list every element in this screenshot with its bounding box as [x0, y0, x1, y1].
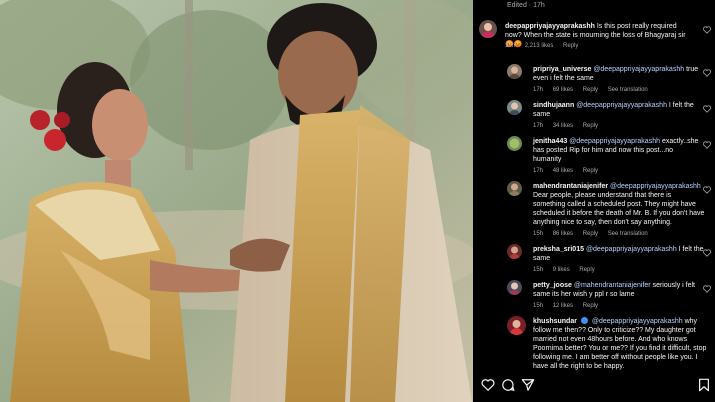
mention-link[interactable]: @deepappriyajayyaprakashh	[610, 183, 701, 190]
comment-likes[interactable]: 69 likes	[553, 87, 573, 93]
comment-username[interactable]: preksha_sri015	[533, 246, 584, 253]
comment-username[interactable]: jenitha443	[533, 138, 567, 145]
see-translation-link[interactable]: See translation	[608, 231, 648, 237]
edited-timestamp: Edited · 17h	[507, 2, 545, 9]
like-heart-icon[interactable]	[703, 285, 711, 293]
comment-username[interactable]: sindhujaann	[533, 102, 574, 109]
see-translation-link[interactable]: See translation	[608, 87, 648, 93]
comment-likes[interactable]: 34 likes	[553, 123, 573, 129]
mention-link[interactable]: @deepappriyajayyaprakashh	[592, 318, 683, 325]
comment-likes[interactable]: 48 likes	[553, 168, 573, 174]
reply-button[interactable]: Reply	[583, 168, 598, 174]
reply-button[interactable]: Reply	[579, 267, 594, 273]
comment-text: why follow me then?? Only to criticize??…	[533, 318, 707, 370]
mention-link[interactable]: @mahendrantaniajenifer	[574, 282, 651, 289]
comment-time: 17h	[533, 87, 544, 93]
reply-button[interactable]: Reply	[583, 123, 598, 129]
like-heart-icon[interactable]	[703, 105, 711, 113]
comment-time: 17h	[505, 43, 516, 49]
comment-time: 15h	[533, 303, 544, 309]
comment-likes[interactable]: 86 likes	[553, 231, 573, 237]
like-heart-icon[interactable]	[703, 141, 711, 149]
comment-time: 17h	[533, 168, 544, 174]
comment-likes[interactable]: 12 likes	[553, 303, 573, 309]
reply-button[interactable]: Reply	[583, 303, 598, 309]
comment-text: Dear people, please understand that ther…	[533, 192, 705, 226]
avatar[interactable]	[507, 64, 522, 79]
avatar[interactable]	[507, 316, 526, 335]
comment-time: 15h	[533, 231, 544, 237]
mention-link[interactable]: @deepappriyajayyaprakashh	[576, 102, 667, 109]
post-photo	[0, 0, 473, 402]
comment-username[interactable]: mahendrantaniajenifer	[533, 183, 608, 190]
comment-username[interactable]: deepappriyajayyaprakashh	[505, 23, 595, 30]
verified-badge-icon	[580, 317, 588, 324]
comment-username[interactable]: khushsundar	[533, 318, 577, 325]
like-heart-icon[interactable]	[703, 186, 711, 194]
comment-username[interactable]: pripriya_universe	[533, 66, 591, 73]
share-icon[interactable]	[521, 378, 535, 392]
avatar[interactable]	[507, 280, 522, 295]
comment-likes[interactable]: 2,213 likes	[525, 43, 554, 49]
like-heart-icon[interactable]	[703, 26, 711, 34]
like-icon[interactable]	[481, 378, 495, 392]
mention-link[interactable]: @deepappriyajayyaprakashh	[569, 138, 660, 145]
mention-link[interactable]: @deepappriyajayyaprakashh	[586, 246, 677, 253]
avatar[interactable]	[507, 100, 522, 115]
avatar[interactable]	[507, 244, 522, 259]
wedding-couple-image	[0, 0, 473, 402]
like-heart-icon[interactable]	[703, 249, 711, 257]
like-heart-icon[interactable]	[703, 69, 711, 77]
avatar[interactable]	[507, 181, 522, 196]
post-action-bar	[481, 378, 711, 394]
reply-button[interactable]: Reply	[583, 231, 598, 237]
save-bookmark-icon[interactable]	[697, 378, 711, 392]
comment-likes[interactable]: 9 likes	[553, 267, 570, 273]
avatar[interactable]	[479, 20, 497, 38]
comment-icon[interactable]	[501, 378, 515, 392]
comment-username[interactable]: petty_joose	[533, 282, 572, 289]
comment-time: 15h	[533, 267, 544, 273]
comment-time: 17h	[533, 123, 544, 129]
reply-button[interactable]: Reply	[563, 43, 578, 49]
reply-button[interactable]: Reply	[583, 87, 598, 93]
comments-panel: Edited · 17h deepappriyajayyaprakashh Is…	[473, 0, 715, 402]
mention-link[interactable]: @deepappriyajayyaprakashh	[593, 66, 684, 73]
avatar[interactable]	[507, 136, 522, 151]
